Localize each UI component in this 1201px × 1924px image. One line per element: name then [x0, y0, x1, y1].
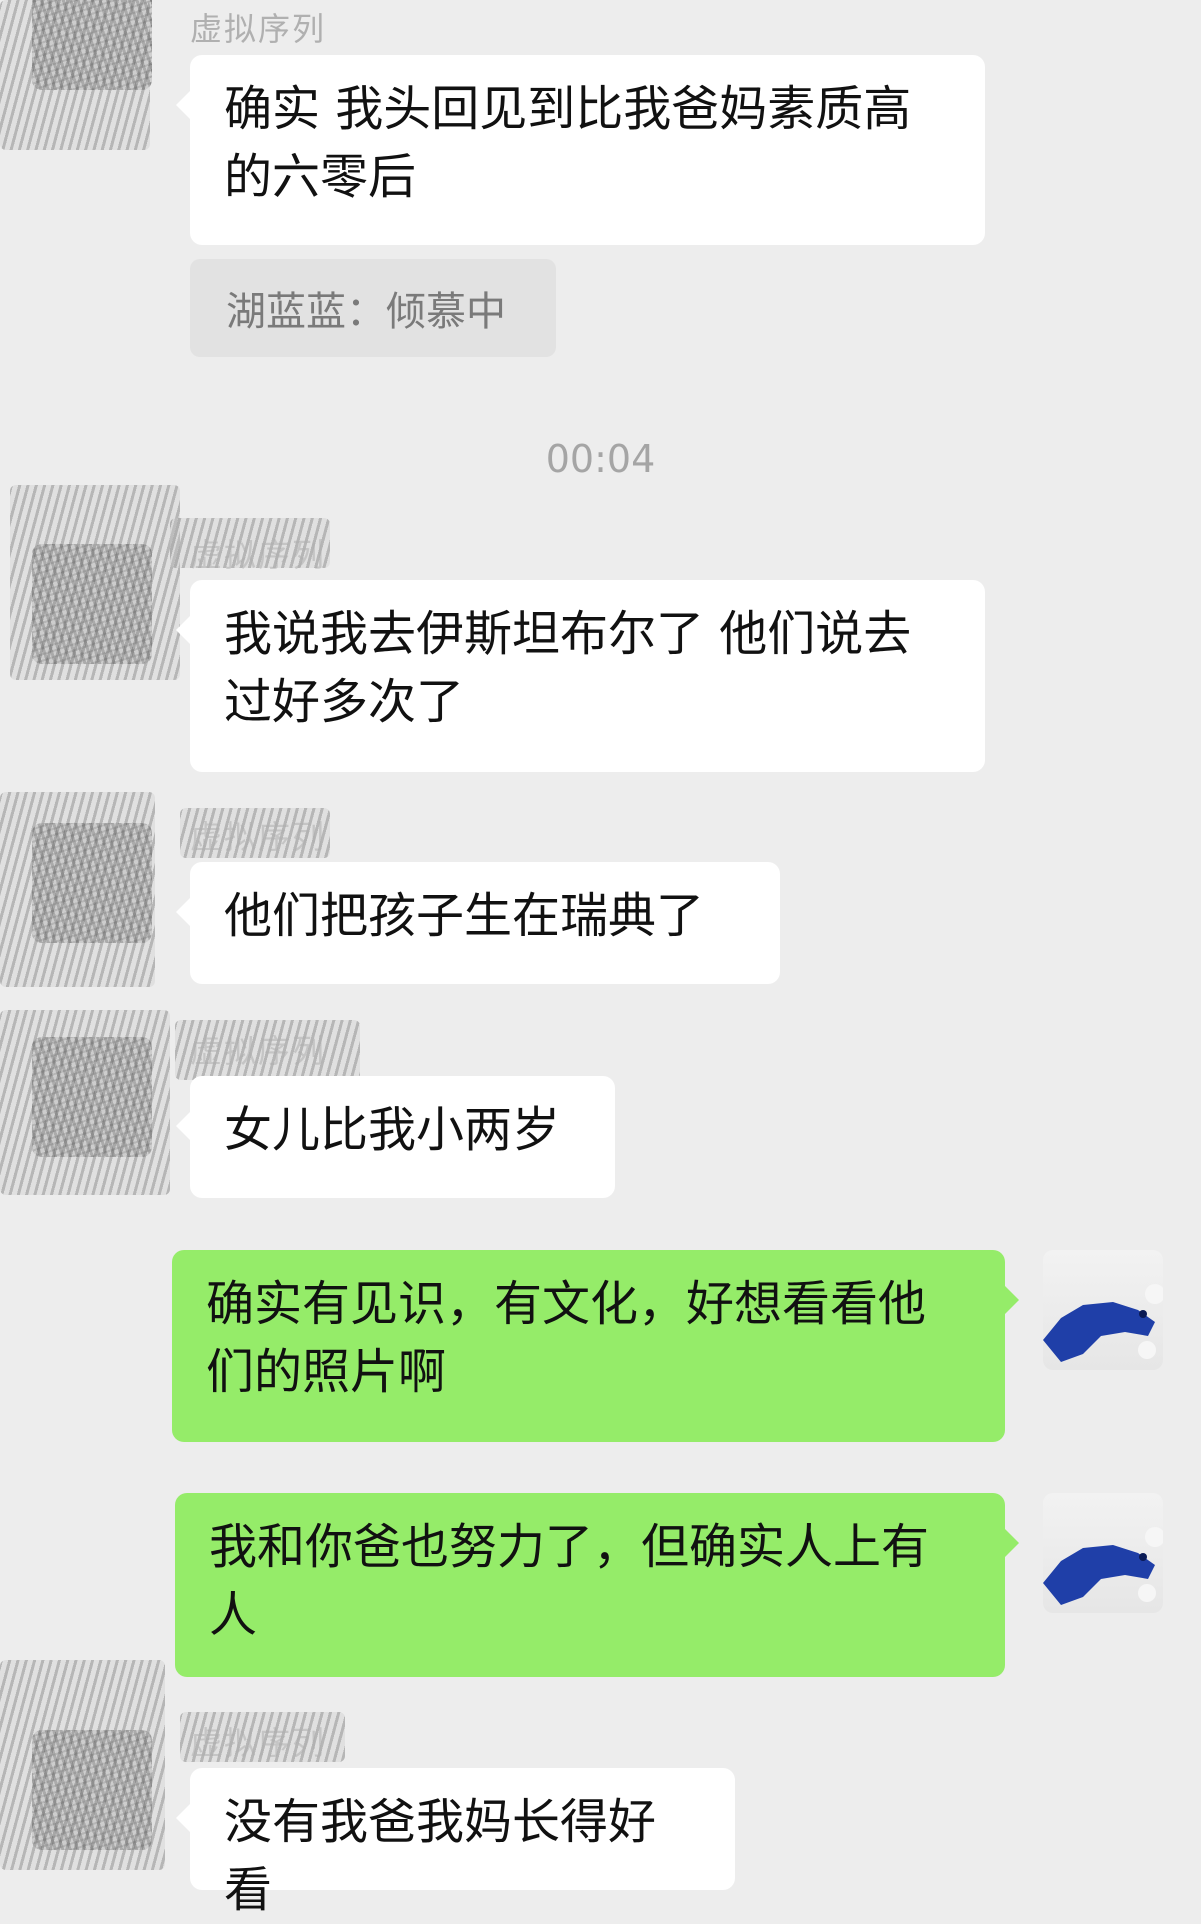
timestamp: 00:04 — [545, 437, 656, 481]
redaction-scribble — [10, 485, 180, 680]
redaction-scribble — [0, 1660, 165, 1870]
sender-name: 虚拟序列 — [190, 818, 327, 856]
horse-icon — [1043, 1284, 1163, 1362]
horse-icon — [1043, 1527, 1163, 1605]
redaction-scribble — [0, 0, 150, 150]
message-bubble-outgoing[interactable]: 我和你爸也努力了，但确实人上有人 — [175, 1493, 1019, 1677]
message-bubble-outgoing[interactable]: 确实有见识，有文化，好想看看他们的照片啊 — [172, 1250, 1019, 1442]
quoted-reply[interactable]: 湖蓝蓝：倾慕中 — [190, 259, 556, 357]
sender-name: 虚拟序列 — [190, 10, 327, 48]
sender-name: 虚拟序列 — [190, 1724, 327, 1762]
message-bubble[interactable]: 确实 我头回见到比我爸妈素质高的六零后 — [176, 55, 985, 245]
avatar-self[interactable] — [1043, 1493, 1163, 1613]
avatar-self[interactable] — [1043, 1250, 1163, 1370]
redaction-scribble — [0, 792, 155, 987]
message-bubble[interactable]: 没有我爸我妈长得好看 — [176, 1768, 735, 1918]
sender-name: 虚拟序列 — [190, 536, 327, 574]
message-bubble[interactable]: 他们把孩子生在瑞典了 — [176, 862, 780, 984]
sender-name: 虚拟序列 — [190, 1032, 327, 1070]
message-bubble[interactable]: 女儿比我小两岁 — [176, 1076, 615, 1198]
message-bubble[interactable]: 我说我去伊斯坦布尔了 他们说去过好多次了 — [176, 580, 985, 772]
redaction-scribble — [0, 1010, 170, 1195]
